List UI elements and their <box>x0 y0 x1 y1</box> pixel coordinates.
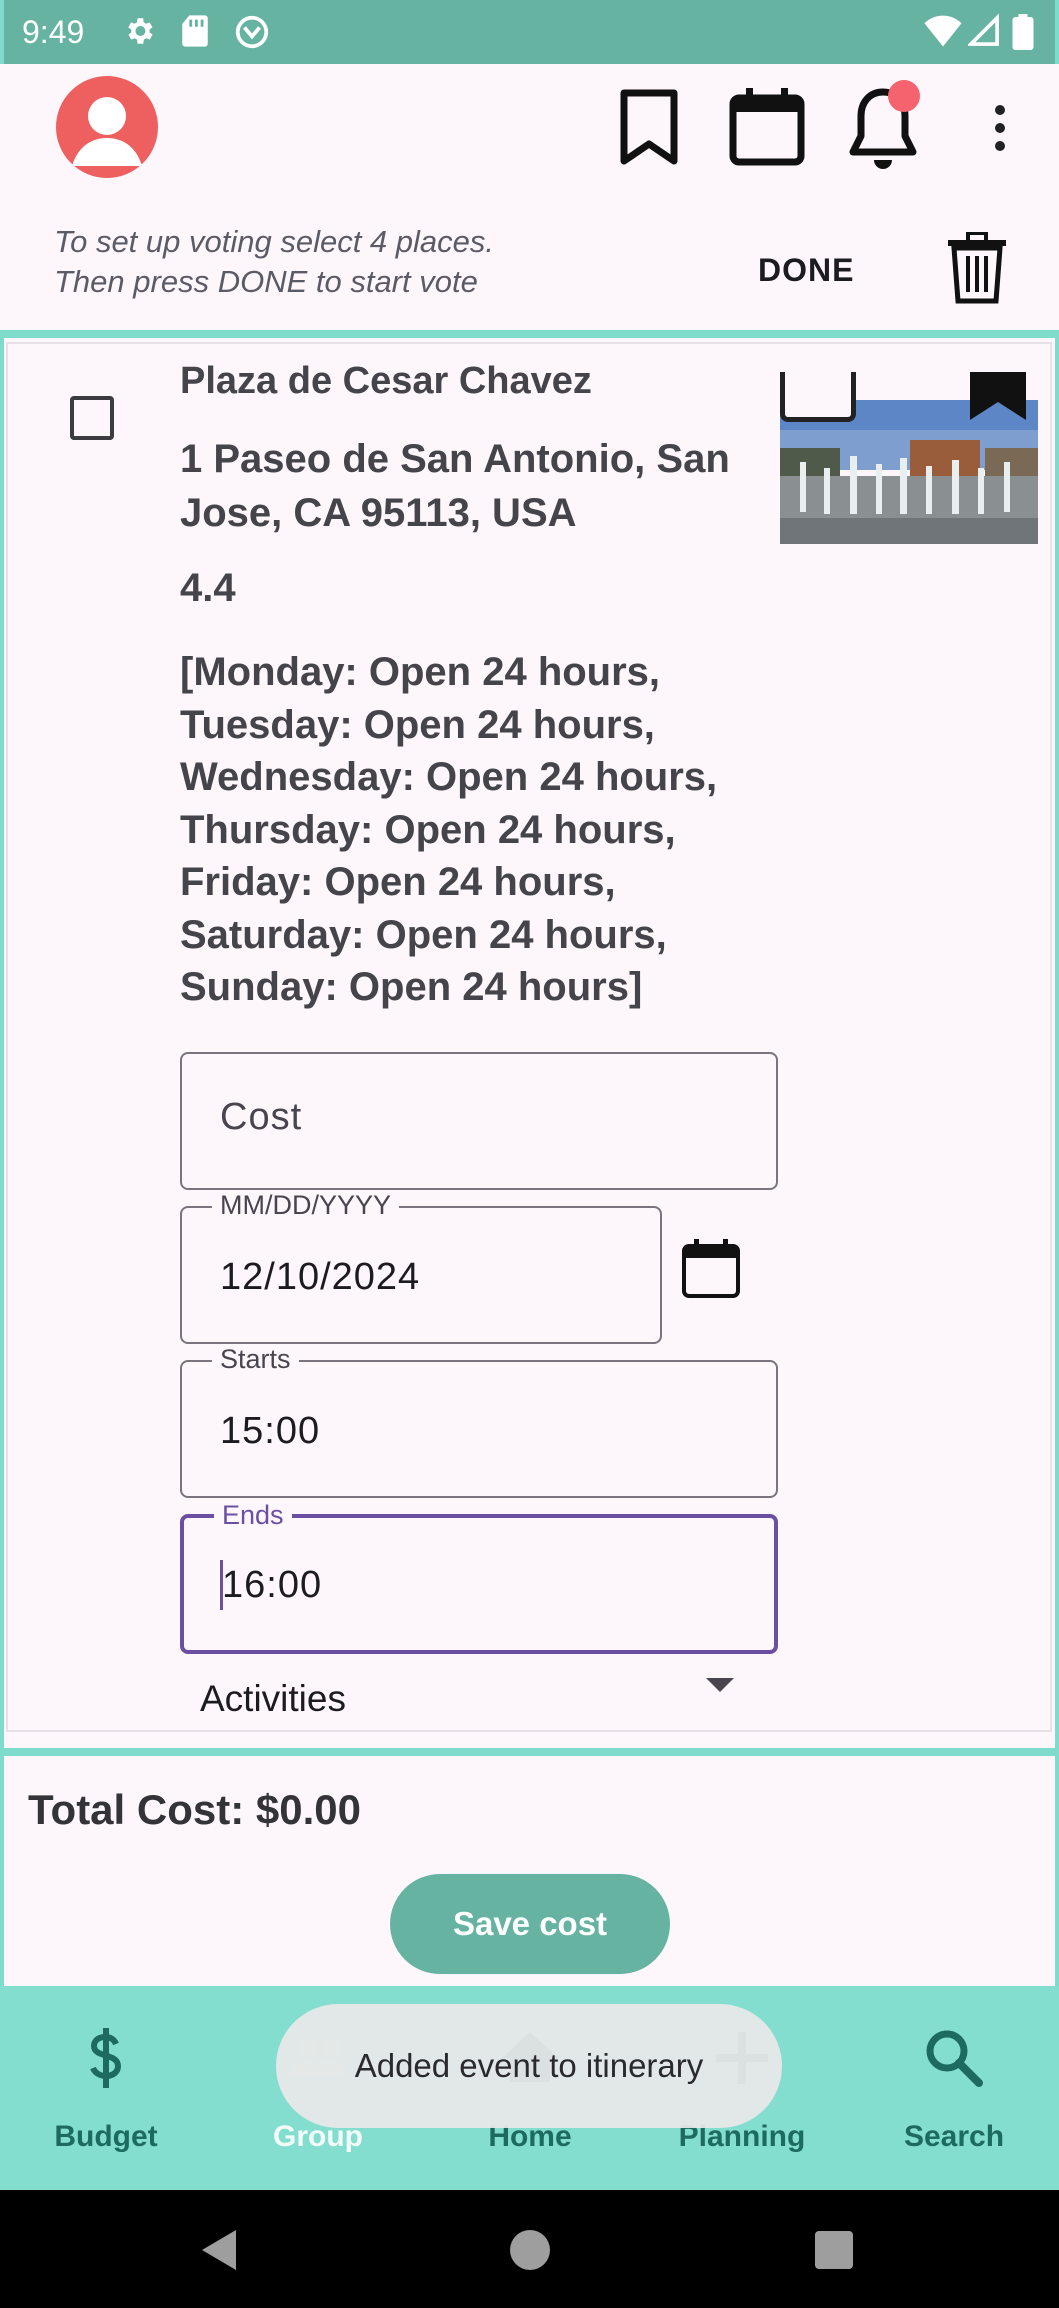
save-cost-button[interactable]: Save cost <box>390 1874 670 1974</box>
hours-line: Saturday: Open 24 hours, <box>180 912 667 957</box>
nav-label-search: Search <box>903 2120 1005 2153</box>
photo-calendar-icon[interactable] <box>780 372 856 422</box>
system-navigation-bar <box>0 2190 1059 2308</box>
avatar[interactable] <box>56 76 158 178</box>
avatar-icon <box>72 97 142 166</box>
address-line-2: Jose, CA 95113, USA <box>180 491 577 535</box>
notification-badge <box>888 80 920 112</box>
activities-dropdown-label[interactable]: Activities <box>200 1678 346 1720</box>
instructions-line-1: To set up voting select 4 places. <box>54 224 495 259</box>
card-bottom-divider <box>0 1748 1059 1756</box>
more-vert-icon[interactable] <box>990 104 1010 152</box>
done-button[interactable]: DONE <box>758 252 854 289</box>
status-bar: 9:49 <box>0 0 1059 64</box>
place-address: 1 Paseo de San Antonio, San Jose, CA 951… <box>180 432 780 540</box>
hours-line: Friday: Open 24 hours, <box>180 860 616 904</box>
cost-field[interactable]: Cost <box>180 1052 778 1190</box>
date-value: 12/10/2024 <box>220 1256 421 1298</box>
recents-icon[interactable] <box>814 2230 854 2270</box>
starts-value: 15:00 <box>220 1410 321 1452</box>
search-icon <box>926 2030 983 2087</box>
bookmark-icon[interactable] <box>618 88 680 166</box>
date-field-label: MM/DD/YYYY <box>212 1190 400 1221</box>
battery-icon <box>1012 14 1034 50</box>
voting-instructions: To set up voting select 4 places. Then p… <box>54 222 494 302</box>
vpn-icon <box>235 15 269 49</box>
hours-line: Sunday: Open 24 hours] <box>180 965 643 1009</box>
date-field[interactable]: MM/DD/YYYY 12/10/2024 <box>180 1190 662 1344</box>
cost-placeholder: Cost <box>220 1096 303 1138</box>
hours-line: Thursday: Open 24 hours, <box>180 807 676 852</box>
place-select-checkbox[interactable] <box>70 396 114 440</box>
header-divider <box>0 330 1059 338</box>
instructions-line-2: Then press DONE to start vote <box>54 264 478 299</box>
place-name: Plaza de Cesar Chavez <box>180 360 592 402</box>
dollar-icon <box>90 2028 122 2088</box>
starts-field-label: Starts <box>212 1344 299 1375</box>
toast-message: Added event to itinerary <box>276 2004 782 2128</box>
total-cost: Total Cost: $0.00 <box>28 1786 361 1833</box>
sd-card-icon <box>182 15 208 47</box>
ends-field-label: Ends <box>214 1500 292 1531</box>
opening-hours: [Monday: Open 24 hours, Tuesday: Open 24… <box>180 646 717 1014</box>
hours-line: Wednesday: Open 24 hours, <box>180 755 718 799</box>
home-circle-icon[interactable] <box>508 2228 552 2272</box>
cell-signal-icon <box>968 14 999 46</box>
dropdown-arrow-icon[interactable] <box>706 1678 734 1692</box>
nav-item-search[interactable]: Search <box>848 1986 1059 2190</box>
ends-time-field[interactable]: Ends 16:00 <box>180 1500 778 1654</box>
ends-value: 16:00 <box>222 1564 323 1606</box>
hours-line: Tuesday: Open 24 hours, <box>180 702 655 747</box>
starts-time-field[interactable]: Starts 15:00 <box>180 1344 778 1498</box>
trash-icon[interactable] <box>946 232 1008 304</box>
hours-line: [Monday: Open 24 hours, <box>180 650 661 694</box>
date-picker-calendar-icon[interactable] <box>680 1238 742 1300</box>
address-line-1: 1 Paseo de San Antonio, San <box>180 437 730 481</box>
gear-icon <box>128 18 153 44</box>
nav-item-budget[interactable]: Budget <box>0 1986 212 2190</box>
calendar-icon[interactable] <box>728 86 806 168</box>
wifi-icon <box>924 15 962 47</box>
status-time: 9:49 <box>22 14 85 50</box>
back-icon[interactable] <box>200 2228 240 2272</box>
place-rating: 4.4 <box>180 566 236 610</box>
bookmark-filled-icon[interactable] <box>968 372 1028 420</box>
nav-label-budget: Budget <box>54 2120 158 2153</box>
